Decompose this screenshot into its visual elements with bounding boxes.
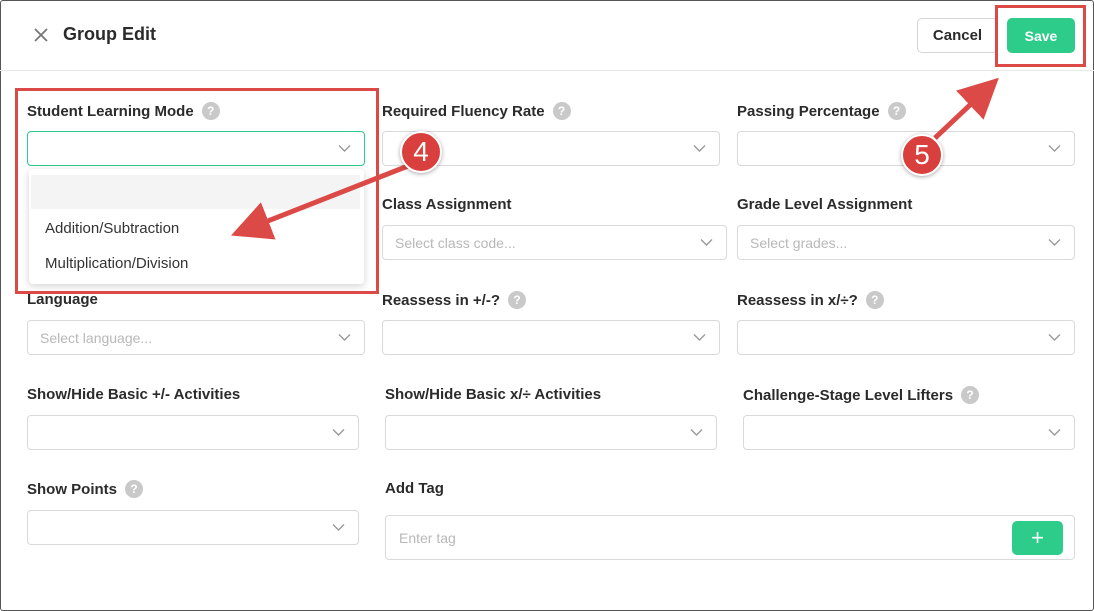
step-badge-5: 5 [901,134,943,176]
arrow-to-save-button [933,77,999,140]
annotation-arrows [231,77,999,240]
arrow-to-dropdown-option [231,163,409,240]
step-badge-4: 4 [400,131,442,173]
